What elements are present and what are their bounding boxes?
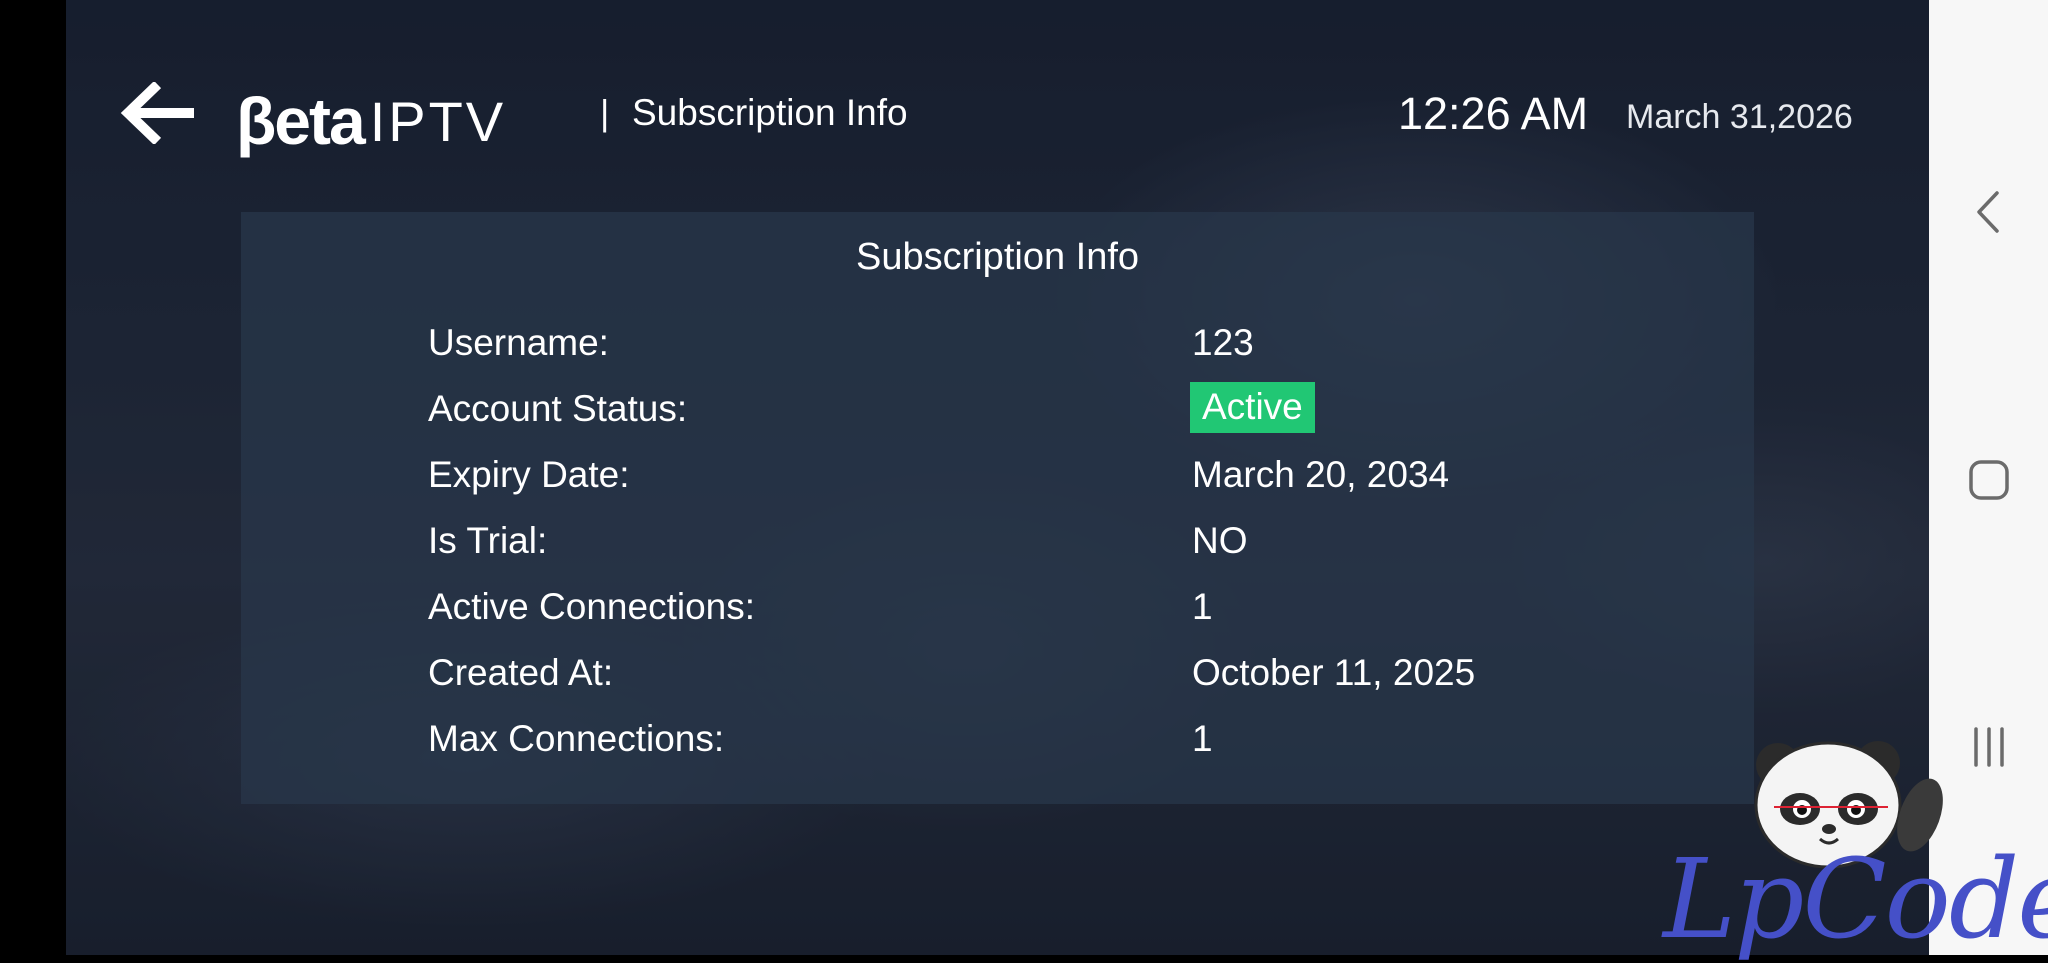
left-edge-bar [0,0,66,955]
app-logo: βeta IPTV [236,54,506,154]
status-badge: Active [1190,382,1315,433]
info-row-active-connections: Active Connections: 1 [241,586,1754,638]
chevron-left-icon [1976,191,1999,233]
page-title: Subscription Info [632,92,908,133]
created-at-value: October 11, 2025 [1192,652,1476,693]
nav-home-button[interactable] [1929,455,2048,505]
logo-iptv-text: IPTV [369,90,507,153]
account-status-label: Account Status: [428,388,688,429]
username-label: Username: [428,322,609,363]
is-trial-label: Is Trial: [428,520,548,561]
watermark-text: LpCodes [1663,835,2048,963]
info-row-expiry-date: Expiry Date: March 20, 2034 [241,454,1754,506]
watermark: LpCodes [1655,735,2048,963]
header-separator: | [600,92,610,133]
logo-beta-text: βeta [236,84,366,158]
panel-title: Subscription Info [855,236,1140,278]
subscription-info-panel: Subscription Info Username: 123 Account … [241,212,1754,804]
info-row-max-connections: Max Connections: 1 [241,718,1754,770]
max-connections-value: 1 [1192,718,1213,759]
max-connections-label: Max Connections: [428,718,725,759]
info-row-is-trial: Is Trial: NO [241,520,1754,572]
info-row-account-status: Account Status: Active [241,382,1754,440]
active-connections-label: Active Connections: [428,586,756,627]
expiry-date-label: Expiry Date: [428,454,630,495]
info-row-username: Username: 123 [241,322,1754,374]
arrow-left-icon [120,80,194,146]
created-at-label: Created At: [428,652,614,693]
current-date: March 31,2026 [1626,98,1853,136]
nav-back-button[interactable] [1929,180,2048,244]
info-row-created-at: Created At: October 11, 2025 [241,652,1754,704]
clock-time: 12:26 AM [1398,88,1589,139]
expiry-date-value: March 20, 2034 [1192,454,1450,495]
is-trial-value: NO [1192,520,1248,561]
active-connections-value: 1 [1192,586,1213,627]
account-status-value: Active [1190,382,1315,433]
rounded-square-icon [1968,460,2009,500]
back-button[interactable] [120,80,198,146]
username-value: 123 [1192,322,1254,363]
